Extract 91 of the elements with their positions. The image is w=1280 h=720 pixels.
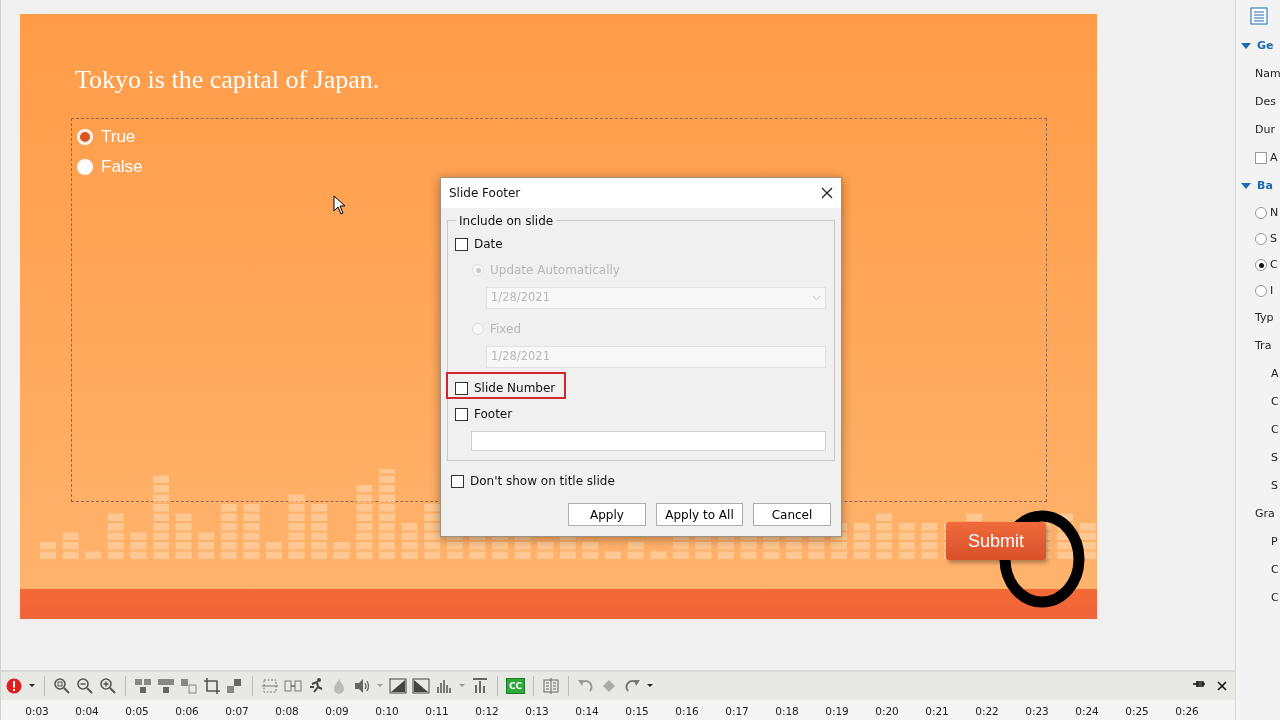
zoom-in-icon[interactable] [99, 677, 117, 695]
radio-button[interactable] [1255, 233, 1267, 245]
field-label: S [1271, 449, 1278, 466]
radio-label: S [1270, 230, 1277, 247]
checkbox-label: Slide Number [474, 380, 556, 397]
checkbox[interactable] [1255, 152, 1267, 164]
align-icon[interactable] [134, 677, 152, 695]
expand-arrow-icon[interactable] [1241, 42, 1251, 50]
checkbox-label: Date [474, 236, 503, 253]
time-label: 0:11 [424, 704, 450, 719]
checkbox-label: A [1270, 149, 1278, 166]
time-label: 0:25 [1124, 704, 1150, 719]
field-label: Des [1255, 93, 1276, 110]
time-label: 0:19 [824, 704, 850, 719]
question-text: Tokyo is the capital of Japan. [75, 64, 380, 96]
field-label: C [1271, 589, 1279, 606]
section-heading[interactable]: Ba [1257, 177, 1273, 195]
field-label: Typ [1255, 309, 1274, 326]
time-label: 0:24 [1074, 704, 1100, 719]
radio-label: N [1270, 204, 1279, 221]
time-label: 0:09 [324, 704, 350, 719]
align-icon[interactable] [157, 677, 175, 695]
answer-label: True [101, 126, 136, 148]
time-label: 0:17 [724, 704, 750, 719]
radio-label: C [1270, 256, 1278, 273]
chart-icon[interactable] [471, 677, 489, 695]
dialog-button[interactable]: Apply [568, 503, 646, 526]
dialog-button[interactable]: Cancel [753, 503, 831, 526]
submit-button[interactable]: Submit [946, 522, 1046, 560]
checkbox-label: Don't show on title slide [470, 473, 615, 490]
radio-button[interactable] [1255, 207, 1267, 219]
time-label: 0:04 [74, 704, 100, 719]
chevron-icon [812, 295, 821, 301]
field-label: Tra [1255, 337, 1272, 354]
columns-icon[interactable] [542, 677, 561, 695]
zoom-out-icon[interactable] [76, 677, 94, 695]
mouse-cursor-icon [333, 195, 346, 215]
field-label: Dur [1255, 121, 1275, 138]
time-label: 0:26 [1174, 704, 1200, 719]
checkbox[interactable] [455, 407, 468, 421]
time-label: 0:10 [374, 704, 400, 719]
fit-icon[interactable] [284, 677, 302, 695]
time-label: 0:03 [24, 704, 50, 719]
radio-label: Update Automatically [490, 262, 620, 279]
dialog-title: Slide Footer [449, 185, 521, 202]
field-label: A [1271, 365, 1279, 382]
checkbox[interactable] [451, 474, 464, 488]
zoom-fit-icon[interactable] [53, 677, 71, 695]
time-label: 0:22 [974, 704, 1000, 719]
field-label: P [1271, 533, 1278, 550]
time-label: 0:07 [224, 704, 250, 719]
time-label: 0:15 [624, 704, 650, 719]
field-label: C [1271, 393, 1279, 410]
field-label: C [1271, 421, 1279, 438]
expand-arrow-icon[interactable] [1241, 182, 1251, 190]
field-label: Nam [1255, 65, 1280, 82]
fade-in-icon[interactable] [389, 677, 407, 695]
radio-button[interactable] [1255, 285, 1267, 297]
checkbox[interactable] [455, 237, 468, 251]
error-icon[interactable] [5, 677, 23, 695]
closed-caption-button[interactable]: CC [506, 678, 526, 694]
time-label: 0:12 [474, 704, 500, 719]
time-label: 0:05 [124, 704, 150, 719]
time-label: 0:21 [924, 704, 950, 719]
checkbox[interactable] [455, 381, 468, 395]
bar-chart-icon[interactable] [435, 677, 453, 695]
checkbox-label: Footer [474, 406, 513, 423]
radio-button[interactable] [1255, 259, 1267, 271]
crop-icon[interactable] [203, 677, 221, 695]
field-label: Gra [1255, 505, 1275, 522]
footer-field[interactable] [471, 431, 826, 451]
arrange-icon[interactable] [226, 677, 244, 695]
running-figure-icon[interactable] [307, 677, 325, 695]
field-label: C [1271, 561, 1279, 578]
radio-label: I [1270, 282, 1274, 299]
field-label: S [1271, 477, 1278, 494]
time-label: 0:20 [874, 704, 900, 719]
close-icon[interactable] [821, 187, 833, 199]
speaker-icon[interactable] [353, 677, 371, 695]
time-label: 0:14 [574, 704, 600, 719]
radio-label: Fixed [490, 321, 522, 338]
time-label: 0:23 [1024, 704, 1050, 719]
dialog-button[interactable]: Apply to All [656, 503, 743, 526]
time-label: 0:06 [174, 704, 200, 719]
answer-label: False [101, 156, 143, 178]
fade-out-icon[interactable] [412, 677, 430, 695]
time-label: 0:08 [274, 704, 300, 719]
time-label: 0:16 [674, 704, 700, 719]
section-heading[interactable]: Ge [1257, 37, 1274, 55]
time-label: 0:18 [774, 704, 800, 719]
time-label: 0:13 [524, 704, 550, 719]
